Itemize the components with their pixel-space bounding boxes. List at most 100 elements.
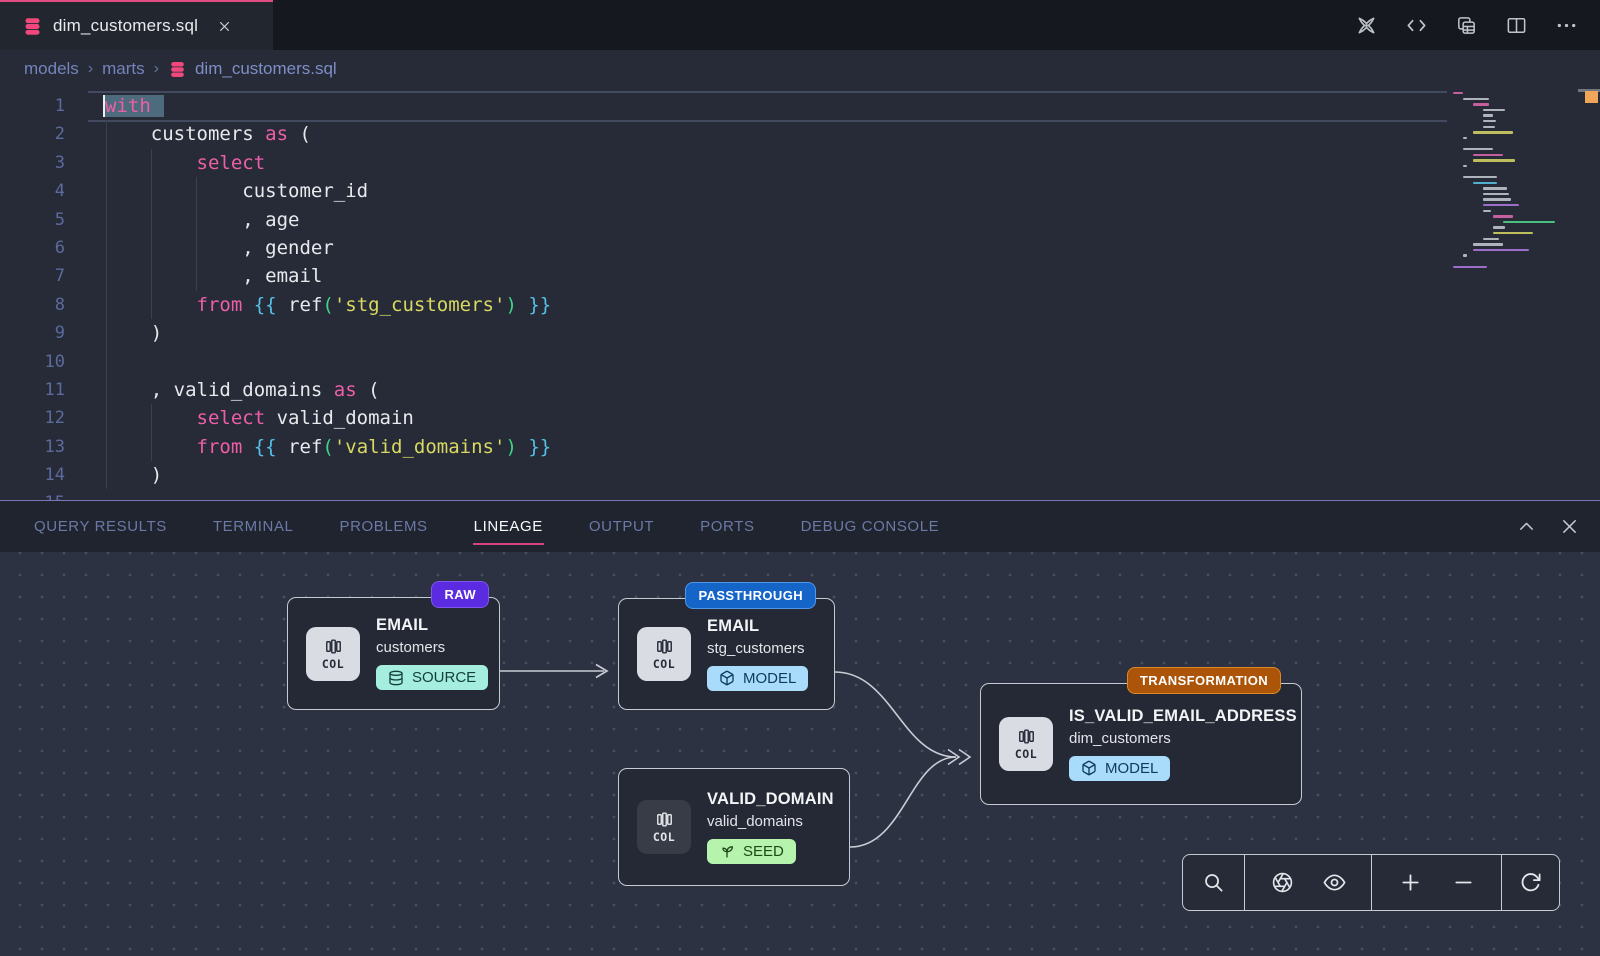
search-button[interactable]: [1199, 868, 1229, 898]
panel-tab-output[interactable]: OUTPUT: [588, 510, 655, 543]
minimap-line: [1483, 193, 1509, 195]
code-line-5[interactable]: , age: [105, 206, 1447, 234]
minimap-line: [1483, 198, 1511, 200]
line-number: 3: [0, 149, 90, 177]
code-line-3[interactable]: select: [105, 149, 1447, 177]
lineage-canvas[interactable]: RAWCOLEMAILcustomersSOURCEPASSTHROUGHCOL…: [0, 552, 1600, 956]
node-model-name: dim_customers: [1069, 730, 1297, 747]
more-actions-icon[interactable]: [1555, 14, 1578, 37]
split-editor-icon[interactable]: [1505, 14, 1528, 37]
tab-dim-customers[interactable]: dim_customers.sql: [0, 0, 273, 50]
lineage-toolbar: [1182, 854, 1560, 911]
panel-tab-problems[interactable]: PROBLEMS: [339, 510, 429, 543]
overview-ruler-marker: [1585, 91, 1598, 103]
node-type-badge-seed: SEED: [707, 839, 796, 864]
scrollbar[interactable]: [1578, 88, 1600, 500]
breadcrumb-item-marts[interactable]: marts: [102, 59, 145, 79]
minimap-line: [1463, 254, 1467, 256]
database-file-icon: [168, 60, 187, 79]
minimap[interactable]: [1447, 88, 1578, 500]
minimap-line: [1483, 114, 1493, 116]
code-line-11[interactable]: , valid_domains as (: [105, 376, 1447, 404]
indent-guide: [196, 177, 197, 291]
node-model-name: stg_customers: [707, 640, 808, 657]
breadcrumb: models›marts›dim_customers.sql: [0, 50, 1600, 88]
code-line-13[interactable]: from {{ ref('valid_domains') }}: [105, 433, 1447, 461]
toolbar-segment: [1245, 855, 1372, 910]
code-icon[interactable]: [1405, 14, 1428, 37]
minimap-line: [1473, 243, 1503, 245]
minimap-line: [1493, 215, 1513, 217]
minimap-line: [1483, 238, 1499, 240]
code-line-7[interactable]: , email: [105, 262, 1447, 290]
edge-valid-to-dim: [850, 757, 956, 847]
minimap-line: [1483, 210, 1491, 212]
line-number: 2: [0, 120, 90, 148]
arrowhead-icon: [959, 750, 970, 765]
lineage-node-customers[interactable]: RAWCOLEMAILcustomersSOURCE: [287, 597, 500, 710]
line-number: 11: [0, 376, 90, 404]
panel-tab-lineage[interactable]: LINEAGE: [473, 510, 544, 543]
vscode-window: dim_customers.sql models›marts›dim_custo…: [0, 0, 1600, 956]
node-column-name: IS_VALID_EMAIL_ADDRESS: [1069, 707, 1297, 726]
dbt-icon[interactable]: [1355, 14, 1378, 37]
breadcrumb-item-models[interactable]: models: [24, 59, 79, 79]
bottom-panel-tabs: QUERY RESULTS TERMINAL PROBLEMS LINEAGE OUTP…: [0, 500, 1600, 552]
panel-actions: [1516, 516, 1600, 537]
close-panel-icon[interactable]: [1559, 516, 1580, 537]
column-chip[interactable]: COL: [999, 717, 1053, 771]
code-line-15[interactable]: [105, 489, 1447, 500]
column-chip[interactable]: COL: [637, 627, 691, 681]
code-line-14[interactable]: ): [105, 461, 1447, 489]
node-category-badge: PASSTHROUGH: [685, 582, 816, 609]
tab-title: dim_customers.sql: [53, 16, 198, 36]
aperture-button[interactable]: [1267, 868, 1297, 898]
code-line-8[interactable]: from {{ ref('stg_customers') }}: [105, 291, 1447, 319]
minimap-line: [1473, 131, 1513, 133]
editor-actions: [1355, 0, 1600, 50]
column-chip[interactable]: COL: [306, 627, 360, 681]
code-editor[interactable]: 123456789101112131415 with customers as …: [0, 88, 1600, 500]
minimap-line: [1463, 137, 1467, 139]
toolbar-segment: [1183, 855, 1245, 910]
code-line-4[interactable]: customer_id: [105, 177, 1447, 205]
minus-button[interactable]: [1448, 868, 1478, 898]
toolbar-segment: [1502, 855, 1559, 910]
database-icon: [388, 670, 404, 686]
minimap-line: [1463, 165, 1467, 167]
code-line-2[interactable]: customers as (: [105, 120, 1447, 148]
lineage-node-stg_customers[interactable]: PASSTHROUGHCOLEMAILstg_customersMODEL: [618, 598, 835, 710]
panel-tab-query-results[interactable]: QUERY RESULTS: [33, 510, 168, 543]
refresh-button[interactable]: [1516, 868, 1546, 898]
cube-icon: [719, 670, 735, 686]
columns-icon: [1017, 727, 1036, 746]
minimap-line: [1503, 221, 1555, 223]
node-category-badge: RAW: [431, 581, 489, 608]
aperture-icon: [1271, 871, 1294, 894]
lineage-node-valid_domains[interactable]: COLVALID_DOMAINvalid_domainsSEED: [618, 768, 850, 886]
code-line-9[interactable]: ): [105, 319, 1447, 347]
breadcrumb-file[interactable]: dim_customers.sql: [168, 59, 337, 79]
node-column-name: EMAIL: [376, 616, 488, 635]
collapse-panel-icon[interactable]: [1516, 516, 1537, 537]
panel-tab-debug-console[interactable]: DEBUG CONSOLE: [800, 510, 941, 543]
plus-button[interactable]: [1395, 868, 1425, 898]
panel-tab-ports[interactable]: PORTS: [699, 510, 755, 543]
node-column-name: EMAIL: [707, 617, 808, 636]
minimap-line: [1483, 204, 1519, 206]
copy-table-icon[interactable]: [1455, 14, 1478, 37]
edge-stg-to-dim: [835, 672, 956, 757]
eye-button[interactable]: [1319, 868, 1349, 898]
line-number: 7: [0, 262, 90, 290]
panel-tab-terminal[interactable]: TERMINAL: [212, 510, 295, 543]
code-content[interactable]: with customers as ( select customer_id ,…: [105, 92, 1447, 500]
code-line-1[interactable]: with: [105, 92, 1447, 120]
code-line-12[interactable]: select valid_domain: [105, 404, 1447, 432]
code-line-6[interactable]: , gender: [105, 234, 1447, 262]
node-model-name: customers: [376, 639, 488, 656]
minimap-line: [1483, 126, 1495, 128]
code-line-10[interactable]: [105, 348, 1447, 376]
tab-close-icon[interactable]: [216, 18, 233, 35]
column-chip[interactable]: COL: [637, 800, 691, 854]
lineage-node-dim_customers[interactable]: TRANSFORMATIONCOLIS_VALID_EMAIL_ADDRESSd…: [980, 683, 1302, 805]
